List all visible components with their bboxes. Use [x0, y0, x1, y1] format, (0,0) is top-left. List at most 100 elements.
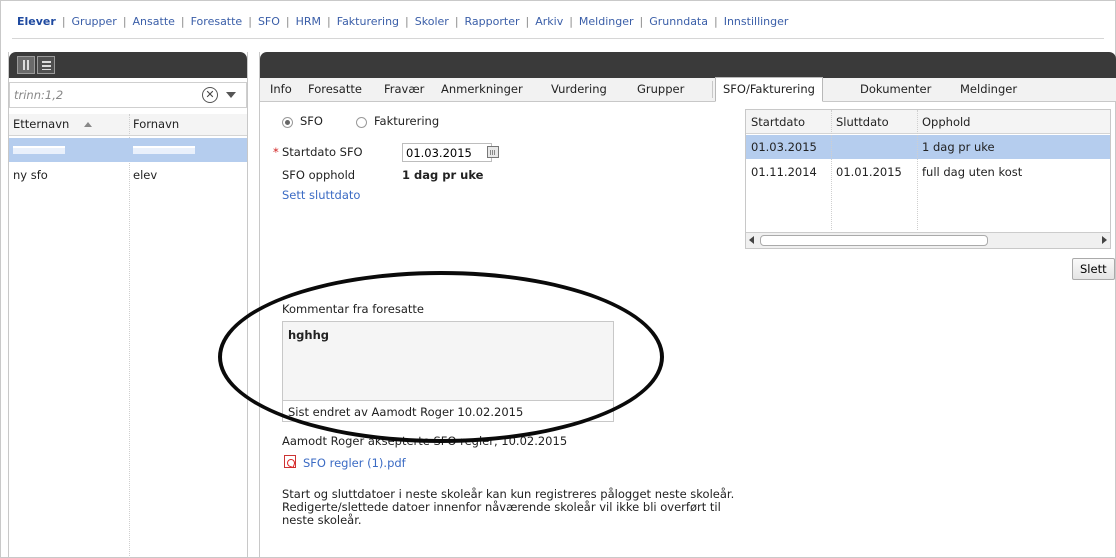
pdf-link[interactable]: SFO regler (1).pdf [303, 456, 406, 470]
info-note: Start og sluttdatoer i neste skoleår kan… [282, 487, 735, 527]
nav-separator: | [327, 14, 331, 28]
chevron-down-icon[interactable] [226, 92, 236, 98]
history-row[interactable]: 01.03.2015 1 dag pr uke [746, 135, 1110, 159]
grid-view-icon [23, 60, 29, 70]
column-divider [917, 110, 918, 230]
sett-sluttdato-link[interactable]: Sett sluttdato [282, 188, 360, 202]
column-header-etternavn[interactable]: Etternavn [13, 117, 69, 131]
nav-separator: | [714, 14, 718, 28]
list-view-icon [42, 61, 51, 70]
sort-ascending-icon [84, 122, 92, 127]
tab-vurdering[interactable]: Vurdering [551, 82, 607, 96]
nav-separator: | [285, 14, 290, 28]
startdato-input[interactable] [402, 143, 492, 162]
column-header-opphold[interactable]: Opphold [922, 115, 970, 129]
column-divider [831, 110, 832, 230]
required-marker: * [273, 145, 279, 159]
nav-separator: | [122, 14, 127, 28]
scrollbar-thumb[interactable] [760, 235, 988, 246]
history-startdato: 01.03.2015 [751, 140, 817, 154]
nav-separator: | [639, 14, 644, 28]
nav-fakturering[interactable]: Fakturering [337, 15, 399, 28]
student-fornavn: elev [133, 168, 158, 182]
nav-separator: | [61, 14, 66, 28]
calendar-icon[interactable] [487, 146, 499, 158]
comment-label: Kommentar fra foresatte [282, 302, 424, 316]
clear-circle-icon[interactable]: ✕ [202, 87, 218, 103]
tab-sfo-fakturering[interactable]: SFO/Fakturering [715, 77, 823, 102]
comment-footer: Sist endret av Aamodt Roger 10.02.2015 [282, 400, 614, 422]
history-sluttdato: 01.01.2015 [836, 165, 902, 179]
grid-view-button[interactable] [17, 56, 35, 74]
nav-hrm[interactable]: HRM [296, 15, 321, 28]
nav-ansatte[interactable]: Ansatte [133, 15, 175, 28]
nav-separator: | [180, 14, 185, 28]
horizontal-scrollbar[interactable] [746, 232, 1110, 248]
nav-separator: | [405, 14, 409, 28]
tab-dokumenter[interactable]: Dokumenter [860, 82, 931, 96]
detail-panel-header [260, 52, 1116, 78]
tab-grupper[interactable]: Grupper [637, 82, 684, 96]
redacted-text [133, 146, 195, 154]
student-detail-panel: Info Foresatte Fravær Anmerkninger Vurde… [259, 52, 1116, 558]
redacted-text [13, 146, 65, 154]
history-opphold: 1 dag pr uke [922, 140, 995, 154]
nav-rapporter[interactable]: Rapporter [465, 15, 520, 28]
nav-foresatte[interactable]: Foresatte [191, 15, 243, 28]
tab-info[interactable]: Info [270, 82, 292, 96]
nav-arkiv[interactable]: Arkiv [535, 15, 563, 28]
student-list-panel: ✕ Etternavn Fornavn ny sfo elev [8, 52, 248, 558]
history-table-header: Startdato Sluttdato Opphold [746, 110, 1110, 134]
tab-anmerkninger[interactable]: Anmerkninger [441, 82, 523, 96]
nav-sfo[interactable]: SFO [258, 15, 280, 28]
nav-meldinger[interactable]: Meldinger [579, 15, 634, 28]
nav-skoler[interactable]: Skoler [415, 15, 449, 28]
radio-fakturering-label: Fakturering [374, 114, 440, 128]
student-row[interactable] [9, 138, 247, 162]
student-fornavn [133, 143, 195, 157]
tab-meldinger[interactable]: Meldinger [960, 82, 1017, 96]
tab-foresatte[interactable]: Foresatte [308, 82, 362, 96]
student-etternavn: ny sfo [13, 168, 48, 182]
scroll-right-icon[interactable] [1102, 236, 1107, 244]
history-opphold: full dag uten kost [922, 165, 1023, 179]
scroll-left-icon[interactable] [749, 236, 754, 244]
pdf-icon [284, 455, 296, 468]
history-row[interactable]: 01.11.2014 01.01.2015 full dag uten kost [746, 160, 1110, 184]
opphold-value: 1 dag pr uke [402, 168, 484, 182]
nav-grupper[interactable]: Grupper [72, 15, 117, 28]
nav-elever[interactable]: Elever [17, 15, 56, 28]
radio-fakturering[interactable] [356, 117, 367, 128]
sfo-history-table: Startdato Sluttdato Opphold 01.03.2015 1… [745, 109, 1111, 249]
column-header-sluttdato[interactable]: Sluttdato [836, 115, 889, 129]
student-grid-header: Etternavn Fornavn [9, 114, 247, 136]
nav-grunndata[interactable]: Grunndata [649, 15, 708, 28]
tab-fravaer[interactable]: Fravær [384, 82, 424, 96]
tab-separator [712, 81, 713, 98]
nav-separator: | [569, 14, 573, 28]
nav-divider [12, 38, 1104, 39]
student-etternavn [13, 143, 65, 157]
top-navigation: Elever | Grupper | Ansatte | Foresatte | SFO… [17, 9, 788, 33]
accepted-rules-text: Aamodt Roger aksepterte SFO regler, 10.0… [282, 434, 568, 448]
filter-field: ✕ [9, 82, 247, 108]
startdato-label: Startdato SFO [282, 145, 363, 159]
nav-innstillinger[interactable]: Innstillinger [724, 15, 789, 28]
nav-separator: | [454, 14, 459, 28]
column-header-fornavn[interactable]: Fornavn [133, 117, 179, 131]
comment-text: hghhg [288, 328, 330, 342]
opphold-label: SFO opphold [282, 168, 356, 182]
last-changed-text: Sist endret av Aamodt Roger 10.02.2015 [288, 405, 524, 419]
radio-sfo-label: SFO [300, 114, 323, 128]
list-panel-header [9, 52, 247, 78]
column-header-startdato[interactable]: Startdato [751, 115, 805, 129]
filter-input[interactable] [10, 85, 190, 105]
radio-sfo[interactable] [282, 117, 293, 128]
nav-separator: | [525, 14, 530, 28]
student-row[interactable]: ny sfo elev [9, 163, 247, 187]
slett-button[interactable]: Slett [1072, 258, 1115, 280]
list-view-button[interactable] [37, 56, 55, 74]
detail-tabs: Info Foresatte Fravær Anmerkninger Vurde… [260, 77, 1116, 102]
nav-separator: | [248, 14, 252, 28]
history-startdato: 01.11.2014 [751, 165, 817, 179]
